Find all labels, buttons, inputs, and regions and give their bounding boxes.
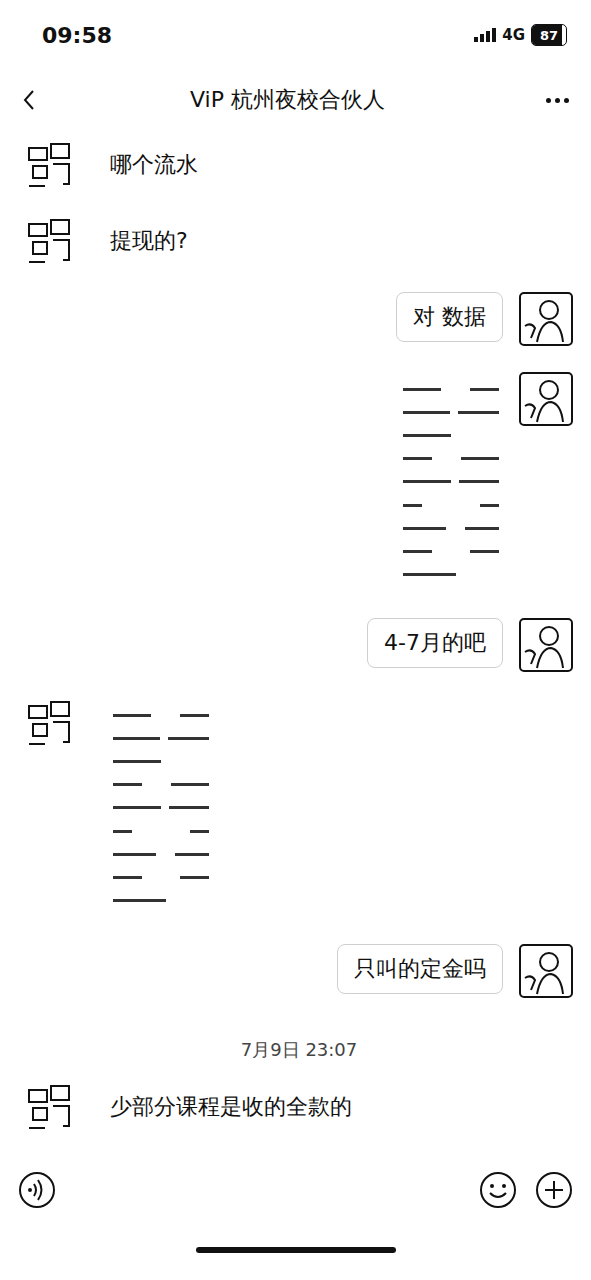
image-line — [113, 876, 209, 879]
message-bubble[interactable]: 提现的? — [109, 216, 205, 266]
network-type: 4G — [502, 26, 525, 44]
image-line — [403, 434, 499, 437]
voice-icon[interactable] — [18, 1171, 56, 1209]
message-row: 对 数据 — [25, 292, 573, 346]
image-line — [403, 573, 499, 576]
input-bar — [0, 1160, 591, 1220]
battery-icon: 87 — [531, 24, 567, 46]
emoji-icon[interactable] — [479, 1171, 517, 1209]
message-bubble[interactable]: 只叫的定金吗 — [337, 944, 503, 994]
message-row — [25, 372, 573, 592]
contact-avatar-icon[interactable] — [25, 1082, 75, 1132]
my-avatar-icon[interactable] — [519, 372, 573, 426]
contact-avatar-icon[interactable] — [25, 140, 75, 190]
message-list: 哪个流水提现的? 对 数据 4-7月的吧只叫的定金吗 7月9日 23:07 少部分课程是… — [0, 130, 591, 1160]
message-row: 只叫的定金吗 — [25, 944, 573, 998]
image-line — [113, 783, 209, 786]
image-line — [113, 830, 209, 833]
home-indicator — [196, 1247, 396, 1253]
status-time: 09:58 — [42, 23, 112, 48]
message-bubble[interactable]: 4-7月的吧 — [367, 618, 503, 668]
home-indicator-area — [0, 1220, 591, 1280]
message-bubble[interactable]: 对 数据 — [396, 292, 503, 342]
image-line — [403, 388, 499, 391]
image-line — [113, 714, 209, 717]
timestamp: 7月9日 23:07 — [25, 1038, 573, 1062]
message-row: 4-7月的吧 — [25, 618, 573, 672]
image-message[interactable] — [109, 698, 213, 918]
my-avatar-icon[interactable] — [519, 292, 573, 346]
message-row: 少部分课程是收的全款的 — [25, 1082, 573, 1132]
image-line — [113, 760, 209, 763]
plus-icon[interactable] — [535, 1171, 573, 1209]
nav-bar: ViP 杭州夜校合伙人 — [0, 70, 591, 130]
message-row: 提现的? — [25, 216, 573, 266]
message-bubble[interactable]: 哪个流水 — [109, 140, 215, 190]
image-message[interactable] — [399, 372, 503, 592]
message-row: 哪个流水 — [25, 140, 573, 190]
image-line — [403, 411, 499, 414]
status-indicators: 4G 87 — [474, 24, 567, 46]
battery-level: 87 — [540, 28, 558, 43]
image-line — [403, 480, 499, 483]
image-line — [403, 504, 499, 507]
image-line — [403, 550, 499, 553]
chat-title: ViP 杭州夜校合伙人 — [36, 85, 539, 115]
status-bar: 09:58 4G 87 — [0, 0, 591, 70]
image-line — [113, 806, 209, 809]
image-line — [113, 853, 209, 856]
message-row — [25, 698, 573, 918]
image-line — [403, 457, 499, 460]
image-line — [403, 527, 499, 530]
message-bubble[interactable]: 少部分课程是收的全款的 — [109, 1082, 369, 1132]
image-line — [113, 737, 209, 740]
back-icon[interactable] — [22, 89, 36, 111]
contact-avatar-icon[interactable] — [25, 698, 75, 748]
my-avatar-icon[interactable] — [519, 944, 573, 998]
contact-avatar-icon[interactable] — [25, 216, 75, 266]
signal-icon — [474, 28, 496, 42]
image-line — [113, 899, 209, 902]
more-icon[interactable] — [539, 98, 569, 103]
chat-screen: 09:58 4G 87 ViP 杭州夜校合伙人哪个流水提现的? 对 数据 4-7月的吧只叫… — [0, 0, 591, 1280]
my-avatar-icon[interactable] — [519, 618, 573, 672]
